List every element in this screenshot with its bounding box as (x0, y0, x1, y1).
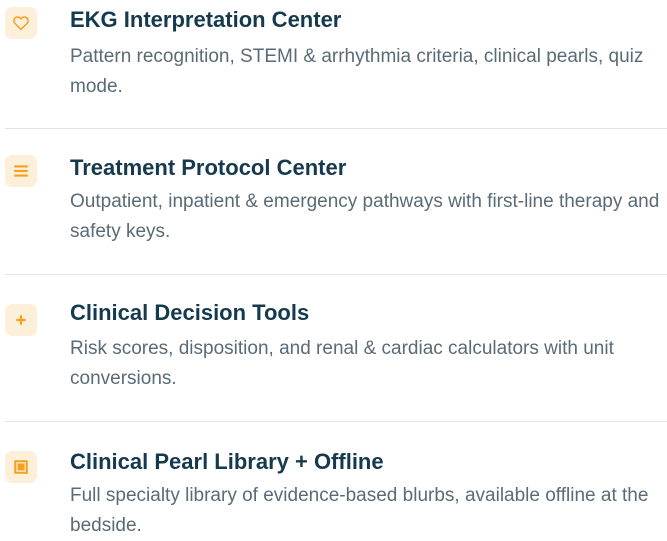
feature-description: Full specialty library of evidence-based… (70, 485, 649, 536)
feature-title: Clinical Decision Tools (70, 300, 310, 325)
divider (5, 421, 667, 422)
feature-title: Clinical Pearl Library + Offline (70, 449, 384, 474)
menu-icon (5, 155, 37, 187)
divider (5, 274, 667, 275)
heart-icon (5, 7, 37, 39)
plus-icon (5, 304, 37, 336)
square-icon (5, 451, 37, 483)
feature-description: Risk scores, disposition, and renal & ca… (70, 338, 614, 389)
feature-description: Outpatient, inpatient & emergency pathwa… (70, 191, 660, 242)
feature-title: Treatment Protocol Center (70, 155, 347, 180)
divider (5, 128, 667, 129)
feature-title: EKG Interpretation Center (70, 7, 342, 32)
feature-description: Pattern recognition, STEMI & arrhythmia … (70, 46, 644, 97)
